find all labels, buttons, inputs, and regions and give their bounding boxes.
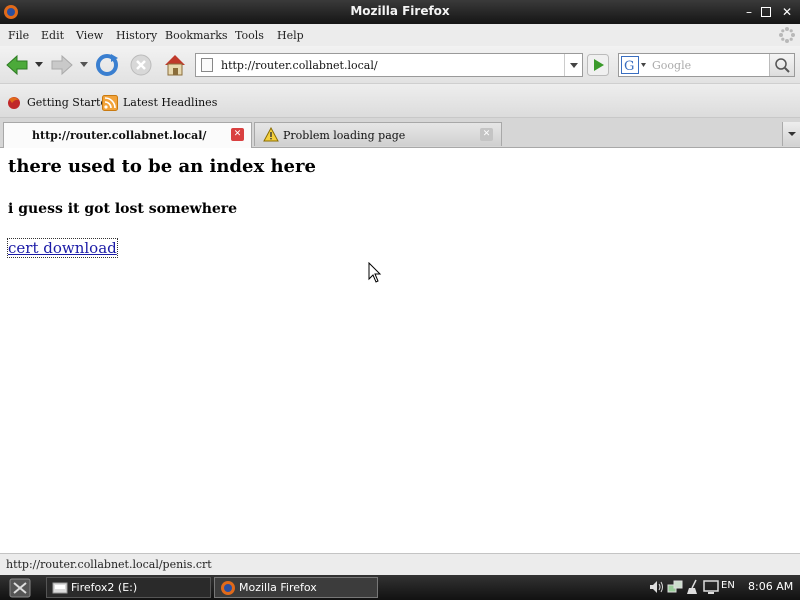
stop-icon[interactable] <box>128 52 154 78</box>
search-box[interactable]: G Google <box>618 53 795 77</box>
tab-list-dropdown-icon[interactable] <box>782 122 800 146</box>
firefox-taskbar-icon <box>221 581 235 595</box>
svg-text:G: G <box>624 59 634 74</box>
bookmark-label: Latest Headlines <box>123 96 218 109</box>
page-content: there used to be an index here i guess i… <box>0 148 800 553</box>
bookmark-label: Getting Started <box>27 96 115 109</box>
reload-icon[interactable] <box>94 52 120 78</box>
title-bar: Mozilla Firefox – ✕ <box>0 0 800 24</box>
menu-bookmarks[interactable]: Bookmarks <box>165 29 228 42</box>
firefox-bookmark-icon <box>8 97 20 109</box>
forward-history-dropdown-icon[interactable] <box>80 62 88 68</box>
tab-label: http://router.collabnet.local/ <box>32 129 207 142</box>
menu-view[interactable]: View <box>76 29 103 42</box>
address-bar[interactable]: http://router.collabnet.local/ <box>195 53 583 77</box>
search-magnifier-icon[interactable] <box>769 54 794 76</box>
minimize-icon[interactable]: – <box>742 5 756 19</box>
url-dropdown-icon[interactable] <box>564 54 582 76</box>
status-bar: http://router.collabnet.local/penis.crt <box>0 553 800 575</box>
drive-icon <box>52 582 68 594</box>
page-subheading: i guess it got lost somewhere <box>8 201 238 217</box>
cert-download-link[interactable]: cert download <box>7 238 118 258</box>
start-menu-icon[interactable] <box>8 578 32 598</box>
back-history-dropdown-icon[interactable] <box>35 62 43 68</box>
bookmark-getting-started[interactable]: Getting Started <box>6 95 114 111</box>
home-icon[interactable] <box>162 52 188 78</box>
keyboard-language[interactable]: EN <box>721 580 735 591</box>
page-heading: there used to be an index here <box>8 156 316 177</box>
tab-router[interactable]: http://router.collabnet.local/ ✕ <box>3 122 252 148</box>
url-text[interactable]: http://router.collabnet.local/ <box>221 59 378 72</box>
status-text: http://router.collabnet.local/penis.crt <box>6 558 212 571</box>
task-label: Mozilla Firefox <box>239 581 317 594</box>
window-title: Mozilla Firefox <box>350 4 450 18</box>
tab-problem-loading[interactable]: Problem loading page ✕ <box>254 122 502 146</box>
taskbar-item-mozilla-firefox[interactable]: Mozilla Firefox <box>214 577 378 598</box>
menu-edit[interactable]: Edit <box>41 29 64 42</box>
menu-bar: File Edit View History Bookmarks Tools H… <box>0 24 800 46</box>
clock[interactable]: 8:06 AM <box>748 580 793 593</box>
menu-file[interactable]: File <box>8 29 29 42</box>
tab-label: Problem loading page <box>283 129 406 142</box>
display-icon[interactable] <box>703 579 719 595</box>
mouse-cursor-icon <box>368 262 382 283</box>
menu-help[interactable]: Help <box>277 29 304 42</box>
throbber-icon <box>779 27 795 43</box>
warning-icon <box>263 127 279 142</box>
taskbar-item-firefox2[interactable]: Firefox2 (E:) <box>46 577 211 598</box>
search-placeholder: Google <box>652 59 692 72</box>
bookmark-latest-headlines[interactable]: Latest Headlines <box>102 95 217 111</box>
close-window-icon[interactable]: ✕ <box>780 5 794 19</box>
network-icon[interactable] <box>667 579 683 595</box>
google-engine-icon[interactable]: G <box>621 56 647 74</box>
forward-arrow-icon[interactable] <box>49 52 75 78</box>
volume-icon[interactable] <box>648 579 664 595</box>
menu-history[interactable]: History <box>116 29 157 42</box>
go-arrow-icon[interactable] <box>587 54 609 76</box>
cleanup-broom-icon[interactable] <box>686 579 702 595</box>
task-label: Firefox2 (E:) <box>71 581 138 594</box>
close-tab-icon[interactable]: ✕ <box>480 128 493 141</box>
page-icon <box>201 58 213 72</box>
close-tab-icon[interactable]: ✕ <box>231 128 244 141</box>
menu-tools[interactable]: Tools <box>235 29 264 42</box>
back-arrow-icon[interactable] <box>4 52 30 78</box>
rss-feed-icon <box>102 95 118 111</box>
maximize-icon[interactable] <box>761 7 771 17</box>
